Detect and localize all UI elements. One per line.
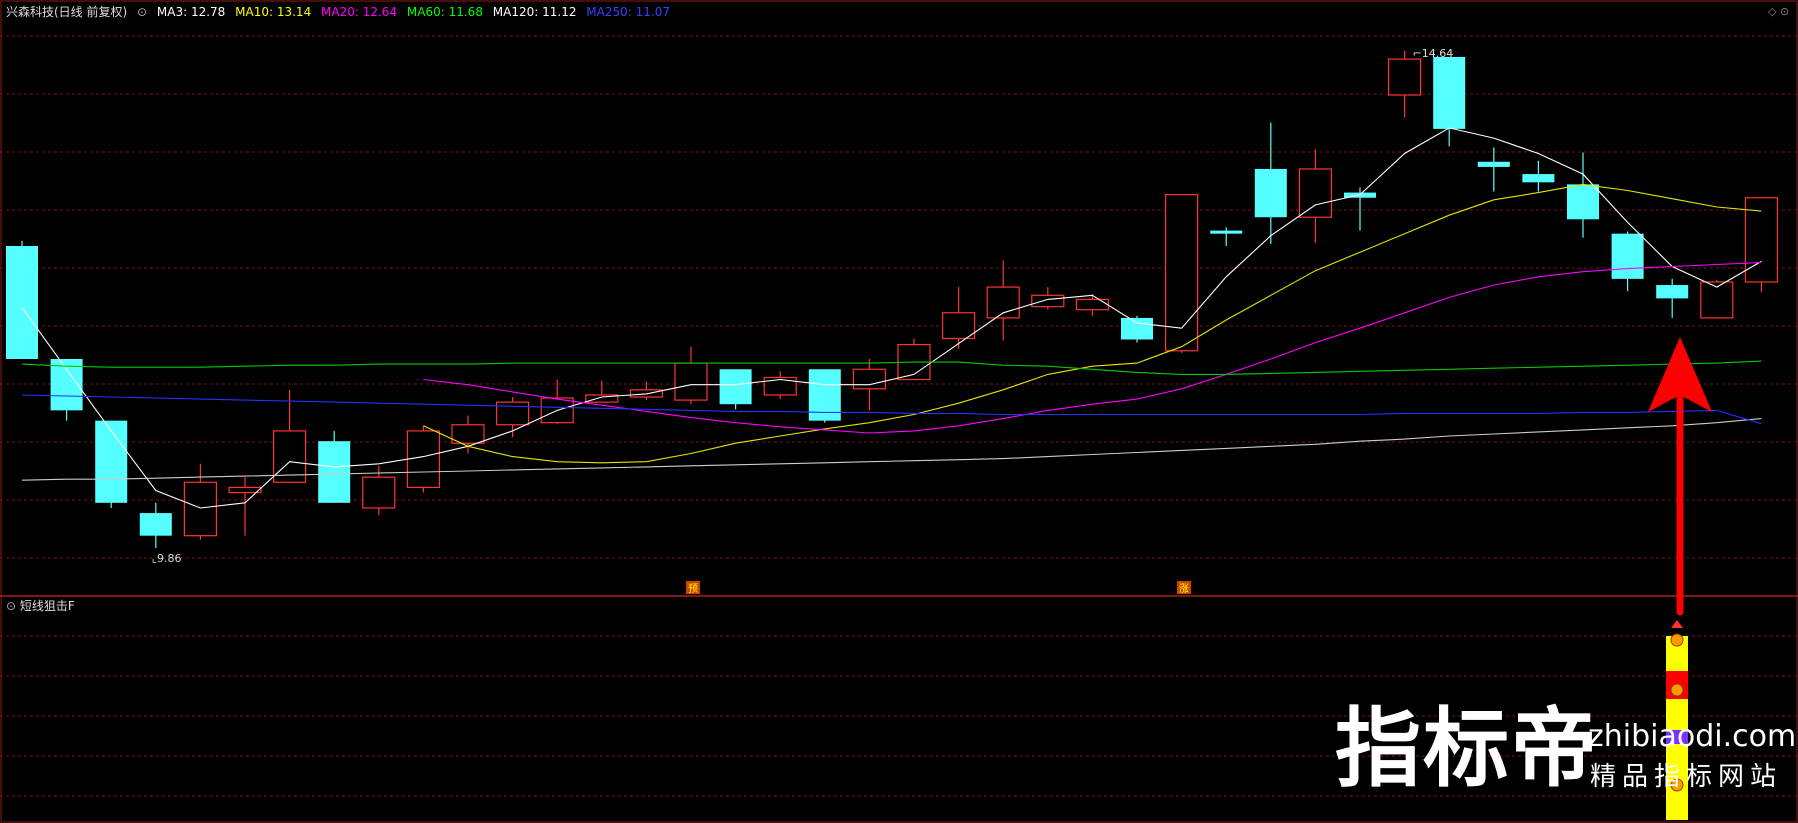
candle-up (1298, 168, 1333, 218)
ma120-label: MA120: 11.12 (492, 5, 577, 19)
stock-title[interactable]: 兴森科技(日线 前复权) (6, 5, 127, 19)
ma60-label: MA60: 11.68 (406, 5, 483, 19)
money-bag-icon (1670, 633, 1684, 647)
candle-down (1567, 184, 1599, 220)
signal-marker: 涨 (1179, 583, 1189, 595)
money-bag-icon (1670, 683, 1684, 697)
indicator-name[interactable]: 短线狙击F (20, 599, 75, 613)
candle-up (406, 430, 440, 489)
candle-up (1075, 298, 1110, 311)
candle-down (1433, 56, 1466, 129)
candle-up (1031, 294, 1065, 308)
ma250-line (21, 394, 1762, 425)
candle-up (852, 368, 887, 390)
candle-down (6, 246, 38, 359)
chart-header: 兴森科技(日线 前复权) ⊙ MA3: 12.78 MA10: 13.14 MA… (6, 3, 676, 20)
ma250-label: MA250: 11.07 (586, 5, 670, 19)
watermark-brand: 指标帝 (1335, 699, 1599, 799)
candle-down (1522, 174, 1555, 183)
watermark-url: zhibiaodi.com (1588, 719, 1797, 754)
candle-down (1121, 317, 1153, 340)
ma10-line (423, 183, 1762, 464)
signal-marker: 预 (688, 583, 698, 595)
candle-up (362, 476, 396, 509)
ma10-label: MA10: 13.14 (235, 5, 312, 19)
candle-up (674, 362, 708, 401)
ma20-label: MA20: 12.64 (321, 5, 398, 19)
candle-down (1210, 230, 1243, 234)
candle-down (1477, 161, 1510, 167)
collapse-icon[interactable]: ⊙ (6, 599, 16, 613)
high-price-label: ⌐14.64 (1413, 47, 1454, 60)
candle-up (941, 312, 976, 340)
candle-down (1254, 168, 1287, 218)
indicator-panel-header: ⊙ 短线狙击F (6, 597, 75, 614)
watermark-tagline: 精品指标网站 (1590, 762, 1783, 792)
collapse-icon[interactable]: ⊙ (137, 5, 147, 19)
candle-down (318, 441, 351, 503)
candle-up (763, 376, 797, 396)
candle-down (1656, 285, 1689, 299)
candle-down (719, 369, 752, 405)
candle-up (451, 424, 485, 444)
ma60-line (21, 360, 1762, 375)
candle-up (183, 481, 217, 537)
candle-down (139, 513, 172, 536)
ma20-line (423, 261, 1762, 434)
candle-down (1611, 233, 1644, 279)
candle-down (95, 420, 128, 503)
stock-chart-window: ⌐14.64 ⌞9.86 预 涨 ◇ ⊙ 兴森科技(日线 前复权) ⊙ MA3: 12.… (0, 0, 1798, 823)
ma3-label: MA3: 12.78 (156, 5, 226, 19)
crown-icon (1671, 620, 1683, 628)
pane-toggle-icon: ◇ ⊙ (1768, 5, 1789, 18)
low-price-label: ⌞9.86 (152, 552, 182, 565)
candle-up (1387, 58, 1422, 96)
